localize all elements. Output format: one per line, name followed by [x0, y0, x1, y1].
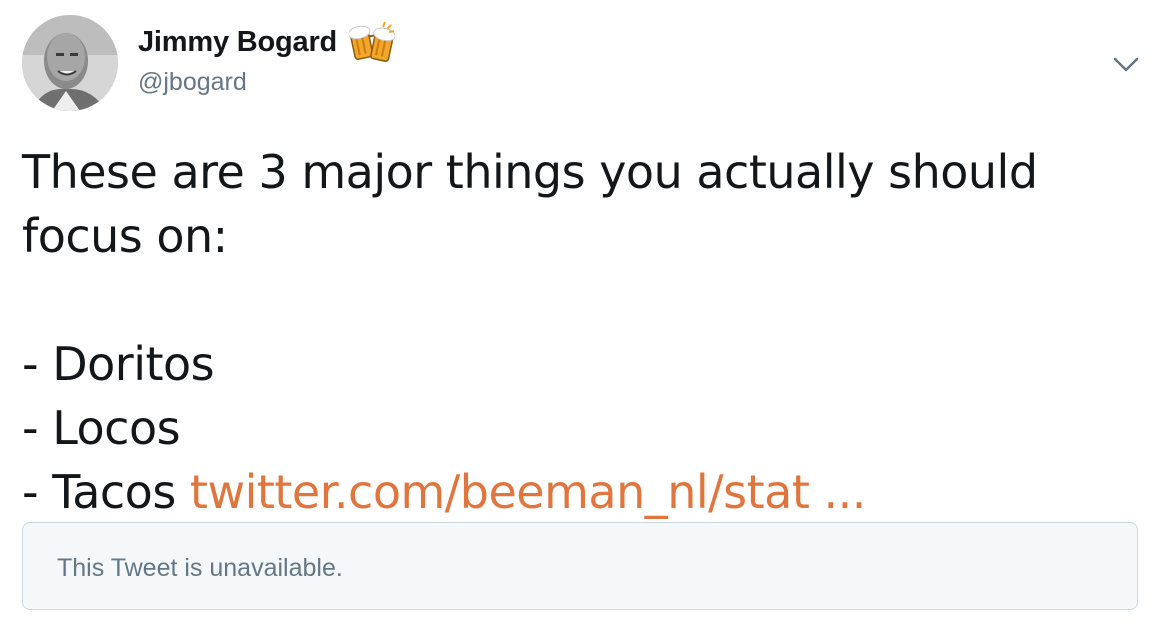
avatar[interactable]: [22, 15, 118, 111]
tweet-text-line: [22, 268, 1142, 332]
author-name-row: Jimmy Bogard: [138, 20, 396, 64]
tweet-text: These are 3 major things you actually sh…: [22, 140, 1142, 524]
tweet-text-line: These are 3 major things you actually sh…: [22, 145, 1038, 199]
author-handle[interactable]: @jbogard: [138, 68, 247, 97]
beer-mugs-icon: [347, 20, 396, 64]
author-display-name[interactable]: Jimmy Bogard: [138, 26, 337, 59]
quoted-tweet-unavailable-message: This Tweet is unavailable.: [57, 554, 343, 582]
tweet-text-last-line: - Tacos twitter.com/beeman_nl/stat ...: [22, 460, 1142, 524]
tweet-text-line: - Locos: [22, 401, 181, 455]
tweet-text-line: focus on:: [22, 209, 228, 263]
tweet-text-line: - Doritos: [22, 337, 215, 391]
avatar-image: [22, 15, 118, 111]
tweet-text-line: - Tacos: [22, 465, 190, 519]
tweet: Jimmy Bogard @jbogard These are 3 major …: [0, 0, 1157, 638]
chevron-down-icon[interactable]: [1110, 50, 1142, 78]
tweet-link[interactable]: twitter.com/beeman_nl/stat ...: [190, 465, 866, 519]
quoted-tweet-card[interactable]: This Tweet is unavailable.: [22, 522, 1138, 610]
